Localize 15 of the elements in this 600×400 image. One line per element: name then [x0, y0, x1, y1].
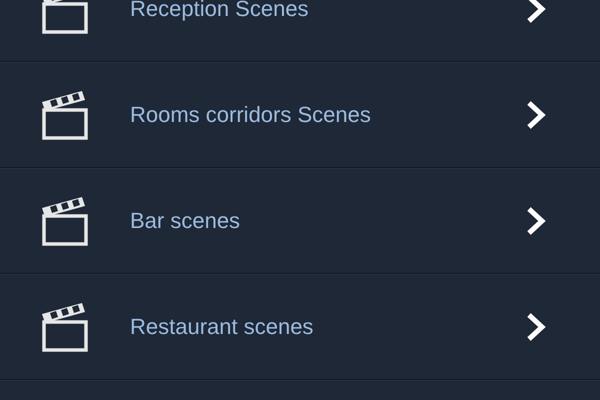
chevron-right-icon: [525, 312, 547, 342]
chevron-right-icon: [525, 0, 547, 24]
scene-label: Rooms corridors Scenes: [130, 102, 372, 128]
scene-row[interactable]: Bar scenes: [0, 168, 600, 274]
scene-row[interactable]: Restaurant scenes: [0, 274, 600, 380]
clapperboard-icon: [41, 90, 89, 140]
scene-row[interactable]: Reception Scenes: [0, 0, 600, 62]
scene-row[interactable]: Rooms corridors Scenes: [0, 62, 600, 168]
clapperboard-icon: [41, 196, 89, 246]
clapperboard-icon: [41, 302, 89, 352]
scene-label: Reception Scenes: [130, 0, 310, 22]
scene-label: Bar scenes: [130, 208, 242, 234]
chevron-right-icon: [525, 100, 547, 130]
scene-label: Restaurant scenes: [130, 314, 314, 340]
chevron-right-icon: [525, 206, 547, 236]
